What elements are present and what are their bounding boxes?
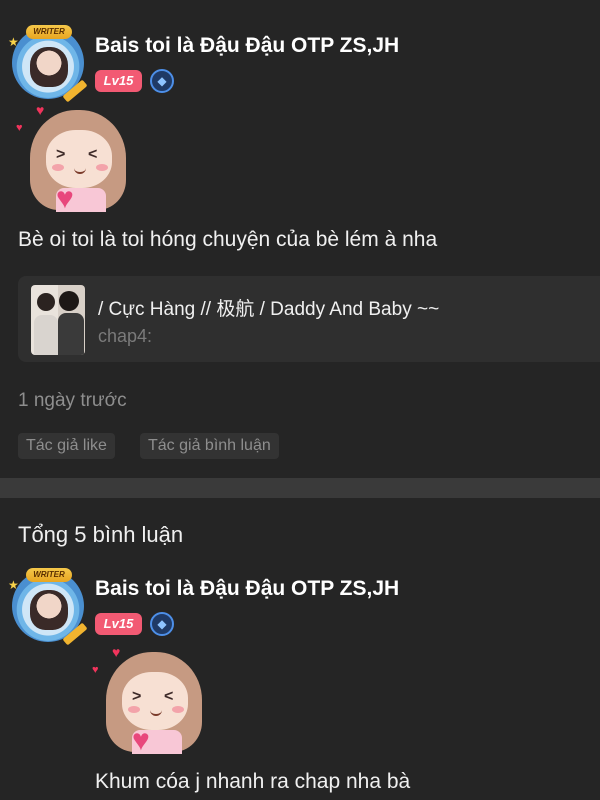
small-heart-icon: ♥ [16,122,23,134]
post-author-avatar[interactable]: WRITER ★ [8,25,88,103]
star-icon: ★ [8,578,19,592]
diamond-icon: ◆ [150,69,174,93]
comment-count: Tổng 5 bình luận [18,522,184,547]
comment-author-avatar[interactable]: WRITER ★ [8,568,88,646]
small-heart-icon: ♥ [36,102,45,118]
diamond-icon: ◆ [150,612,174,636]
comment-author-name[interactable]: Bais toi là Đậu Đậu⁠ OTP ZS,JH [95,577,399,601]
author-liked-tag: Tác giả like [18,433,115,459]
heart-icon: ♥ [132,724,150,757]
comment-text: Khum cóa j nhanh ra chap nha bà [95,770,411,793]
avatar-face [30,47,68,87]
work-cover-thumbnail [31,285,85,355]
pen-icon [62,622,88,646]
post-author-name[interactable]: Bais toi là Đậu Đậu⁠ OTP ZS,JH [95,34,399,58]
section-divider [0,478,600,498]
comment-sticker: > < ♥ ♥ ♥ [92,644,212,757]
writer-ribbon: WRITER [26,568,72,582]
level-badge: Lv15 [95,613,142,635]
writer-ribbon: WRITER [26,25,72,39]
author-commented-tag: Tác giả bình luận [140,433,279,459]
avatar-face [30,590,68,630]
quoted-work-title: / Cực Hàng // 极航 / Daddy And Baby ~~ [98,299,440,320]
small-heart-icon: ♥ [112,644,121,660]
heart-icon: ♥ [56,182,74,215]
post-text: Bè oi toi là toi hóng chuyện của bè lém … [18,228,438,251]
star-icon: ★ [8,35,19,49]
level-badge: Lv15 [95,70,142,92]
pen-icon [62,79,88,103]
quoted-work-card[interactable]: / Cực Hàng // 极航 / Daddy And Baby ~~ cha… [18,276,600,362]
post-sticker: > < ♥ ♥ ♥ [16,102,136,215]
quoted-chapter: chap4: [98,326,153,346]
post-timestamp: 1 ngày trước [18,390,127,411]
small-heart-icon: ♥ [92,664,99,676]
